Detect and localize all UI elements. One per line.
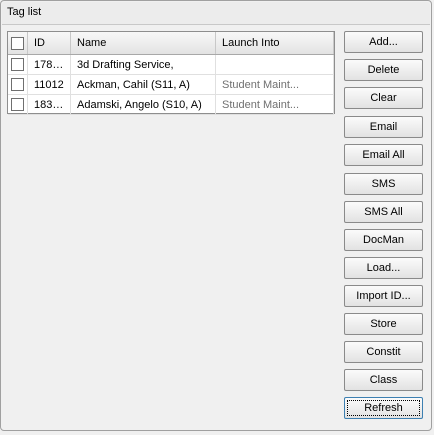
column-header-id[interactable]: ID	[27, 32, 71, 55]
row-select-cell[interactable]	[8, 74, 28, 95]
row-checkbox[interactable]	[11, 98, 24, 111]
delete-button[interactable]: Delete	[344, 59, 423, 81]
row-launch-into: Student Maint...	[215, 94, 334, 115]
row-id: 17824	[27, 54, 71, 75]
refresh-button[interactable]: Refresh	[344, 397, 423, 419]
column-header-name[interactable]: Name	[70, 32, 216, 55]
load-button[interactable]: Load...	[344, 257, 423, 279]
column-header-launch-into[interactable]: Launch Into	[215, 32, 334, 55]
row-launch-into	[215, 54, 334, 75]
row-checkbox[interactable]	[11, 58, 24, 71]
table-row[interactable]: 11012 Ackman, Cahil (S11, A) Student Mai…	[8, 74, 334, 95]
class-button[interactable]: Class	[344, 369, 423, 391]
row-checkbox[interactable]	[11, 78, 24, 91]
row-select-cell[interactable]	[8, 94, 28, 115]
row-select-cell[interactable]	[8, 54, 28, 75]
constit-button[interactable]: Constit	[344, 341, 423, 363]
row-id: 18337	[27, 94, 71, 115]
select-all-checkbox[interactable]	[11, 36, 24, 50]
table-row[interactable]: 18337 Adamski, Angelo (S10, A) Student M…	[8, 94, 334, 115]
email-all-button[interactable]: Email All	[344, 144, 423, 166]
row-name: Adamski, Angelo (S10, A)	[70, 94, 216, 115]
row-name: 3d Drafting Service,	[70, 54, 216, 75]
email-button[interactable]: Email	[344, 116, 423, 138]
table-header-row: ID Name Launch Into	[8, 32, 334, 55]
window-title: Tag list	[7, 6, 42, 18]
add-button[interactable]: Add...	[344, 31, 423, 53]
row-name: Ackman, Cahil (S11, A)	[70, 74, 216, 95]
row-launch-into: Student Maint...	[215, 74, 334, 95]
tag-list-table: ID Name Launch Into 17824 3d Drafting Se…	[7, 31, 335, 115]
sms-button[interactable]: SMS	[344, 173, 423, 195]
select-all-header[interactable]	[8, 32, 28, 55]
tag-list-window: Tag list ID Name Launch Into 17824 3d Dr…	[0, 0, 432, 431]
clear-button[interactable]: Clear	[344, 87, 423, 109]
sms-all-button[interactable]: SMS All	[344, 201, 423, 223]
docman-button[interactable]: DocMan	[344, 229, 423, 251]
title-bar: Tag list	[2, 2, 430, 25]
import-id-button[interactable]: Import ID...	[344, 285, 423, 307]
row-id: 11012	[27, 74, 71, 95]
store-button[interactable]: Store	[344, 313, 423, 335]
table-row[interactable]: 17824 3d Drafting Service,	[8, 54, 334, 75]
